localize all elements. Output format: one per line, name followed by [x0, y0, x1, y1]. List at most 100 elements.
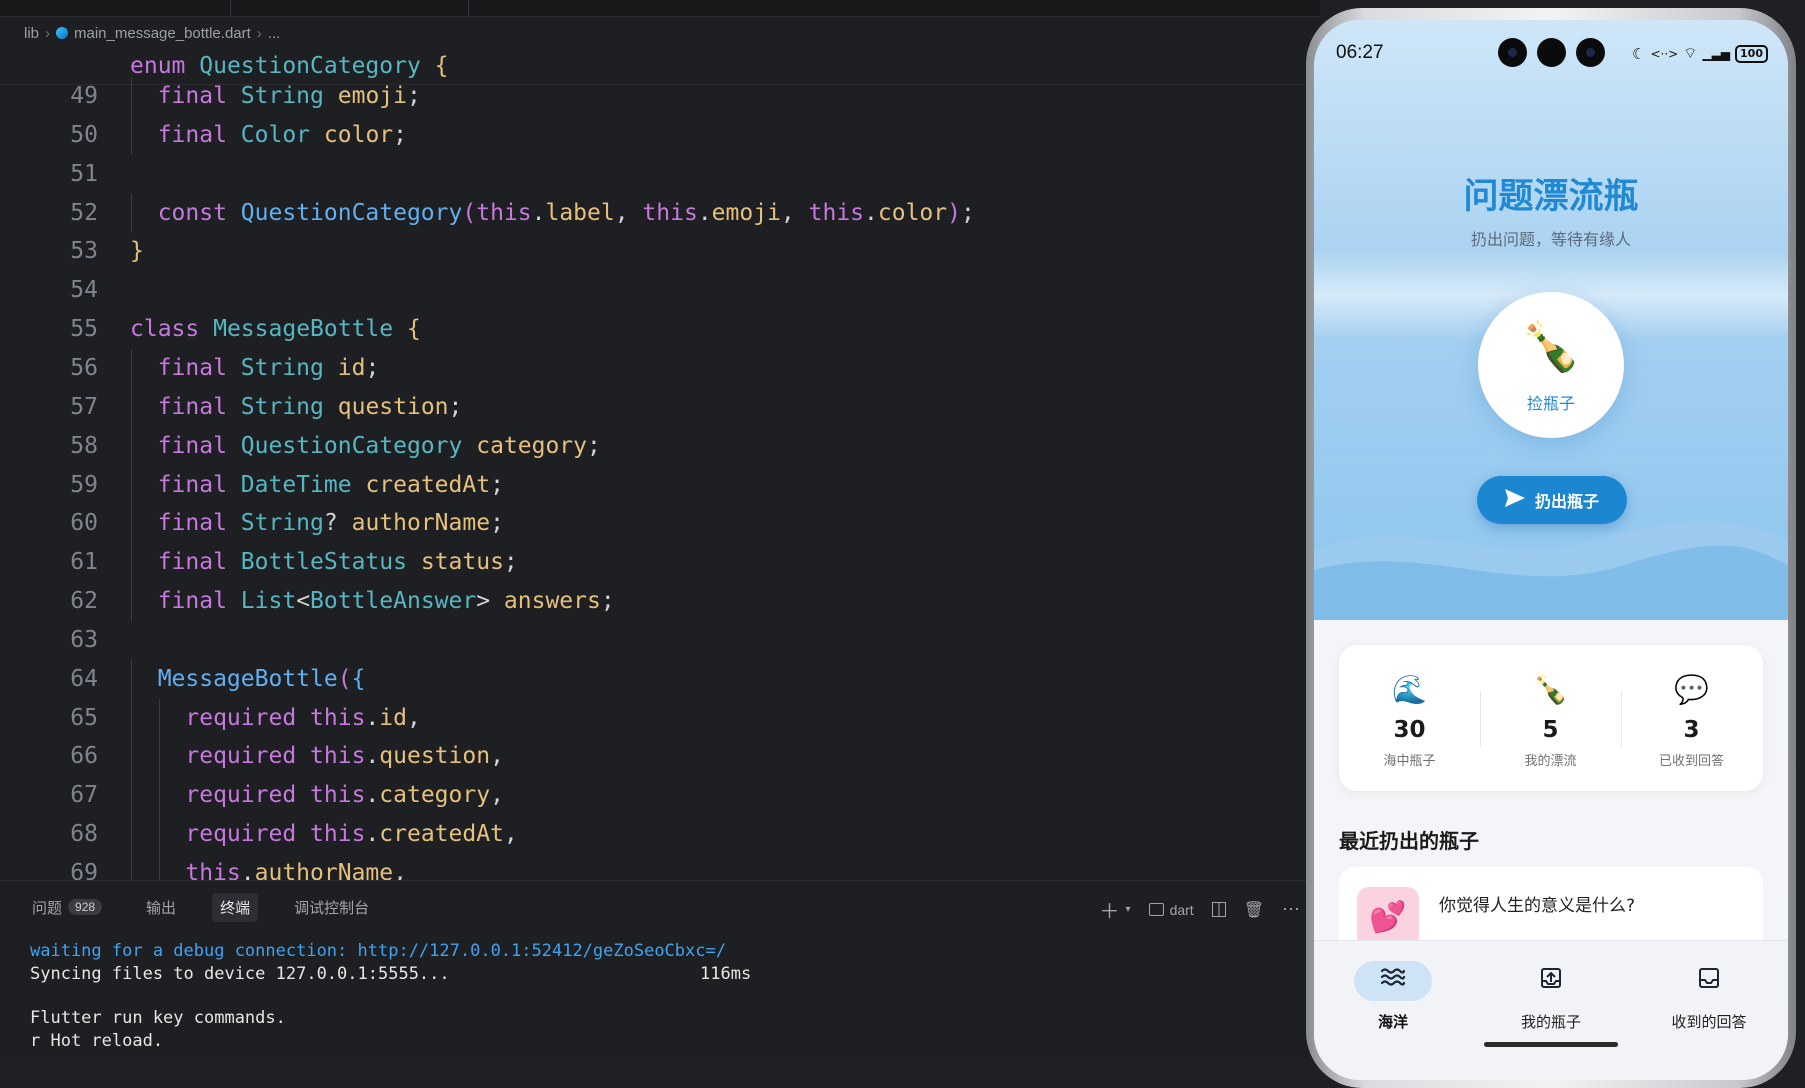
throw-bottle-button[interactable]: 扔出瓶子 [1477, 476, 1627, 524]
code-line[interactable]: 67 required this.category, [0, 776, 1320, 816]
line-number: 51 [70, 160, 98, 187]
code-token: . [365, 743, 380, 770]
code-line[interactable]: 65 required this.id, [0, 698, 1320, 738]
code-line[interactable]: 54 [0, 271, 1320, 310]
code-token: ; [490, 471, 504, 498]
trash-icon[interactable]: 🗑 [1244, 900, 1264, 920]
code-line[interactable]: 69 this.authorName, [0, 854, 1320, 880]
code-token: required [185, 782, 297, 809]
tab-output-label: 输出 [146, 899, 177, 917]
waves-icon [1314, 967, 1472, 993]
line-number: 64 [70, 665, 98, 692]
code-line[interactable]: 59 final DateTime createdAt; [0, 465, 1320, 505]
code-line[interactable]: 60 final String? authorName; [0, 504, 1320, 544]
stat-label: 海中瓶子 [1383, 754, 1436, 769]
editor-tab[interactable] [0, 0, 231, 16]
split-terminal-icon[interactable] [1211, 902, 1226, 917]
indent-guide [131, 854, 132, 880]
tab-debug-console[interactable]: 调试控制台 [286, 893, 377, 922]
code-text: final List<BottleAnswer> answers; [158, 582, 615, 621]
code-token: DateTime [240, 471, 352, 498]
code-line[interactable]: 63 [0, 621, 1320, 660]
code-line[interactable]: 66 required this.question, [0, 737, 1320, 777]
status-time: 06:27 [1336, 42, 1384, 63]
code-line[interactable]: 61 final BottleStatus status; [0, 543, 1320, 583]
breadcrumb-file[interactable]: main_message_bottle.dart [74, 25, 251, 42]
stat-sea-bottles[interactable]: 🌊 30 海中瓶子 [1339, 645, 1480, 791]
nav-item-received-answers[interactable]: 收到的回答 [1630, 941, 1788, 1041]
editor-tab[interactable] [230, 0, 469, 16]
code-line[interactable]: 51 [0, 155, 1320, 194]
code-editor[interactable]: lib › main_message_bottle.dart › ... enu… [0, 0, 1320, 1059]
code-token: this [808, 199, 865, 226]
chevron-down-icon[interactable]: ▾ [1126, 904, 1131, 915]
code-text: required this.question, [185, 737, 504, 776]
nav-item-ocean[interactable]: 海洋 [1314, 941, 1472, 1041]
code-line[interactable]: 55 class MessageBottle { [0, 310, 1320, 349]
code-token: final [157, 588, 227, 615]
tab-problems[interactable]: 问题 928 [24, 893, 110, 922]
code-line[interactable]: 49 final String emoji; [0, 77, 1320, 116]
code-line[interactable]: 52 const QuestionCategory(this.label, thi… [0, 193, 1320, 233]
more-icon[interactable]: ⋯ [1282, 899, 1300, 920]
code-token: ; [490, 510, 504, 537]
code-token: final [157, 549, 227, 576]
code-line[interactable]: 58 final QuestionCategory category; [0, 426, 1320, 466]
code-lines[interactable]: 49 final String emoji; 50 final Color color… [0, 77, 1320, 880]
breadcrumb-symbol[interactable]: ... [268, 25, 281, 42]
tab-output[interactable]: 输出 [138, 893, 184, 922]
line-number: 65 [70, 704, 98, 731]
indent-guide [131, 698, 132, 738]
code-token: BottleStatus [240, 549, 407, 576]
code-token: category [476, 432, 587, 459]
breadcrumb-folder[interactable]: lib [24, 25, 39, 42]
code-token: ; [503, 549, 518, 576]
terminal-line[interactable]: waiting for a debug connection: http://1… [30, 941, 726, 961]
pick-bottle-button[interactable]: 🍾 捡瓶子 [1478, 292, 1624, 438]
code-line[interactable]: 64 MessageBottle({ [0, 659, 1320, 699]
inbox-icon [1630, 967, 1788, 995]
tab-terminal[interactable]: 终端 [212, 892, 259, 922]
code-line[interactable]: 68 required this.createdAt, [0, 815, 1320, 855]
app-subtitle: 扔出问题，等待有缘人 [1470, 230, 1631, 249]
stat-value: 3 [1683, 717, 1700, 743]
stat-answers-received[interactable]: 💬 3 已收到回答 [1621, 645, 1762, 791]
code-token: this [310, 704, 366, 731]
code-line[interactable]: 57 final String question; [0, 387, 1320, 427]
nav-item-my-bottles[interactable]: 我的瓶子 [1472, 941, 1630, 1041]
terminal-icon [1148, 903, 1164, 916]
code-token: createdAt [379, 821, 504, 848]
code-line[interactable]: 50 final Color color; [0, 115, 1320, 155]
stats-card: 🌊 30 海中瓶子 🍾 5 我的漂流 💬 3 已收到回答 [1339, 645, 1763, 791]
code-line[interactable]: 62 final List<BottleAnswer> answers; [0, 582, 1320, 622]
code-token: this [310, 821, 366, 848]
code-token: color [323, 121, 394, 148]
indent-guide [158, 698, 160, 738]
code-token: ; [407, 83, 421, 109]
home-indicator[interactable] [1484, 1042, 1618, 1047]
code-line[interactable]: 53} [0, 232, 1320, 271]
code-token: . [864, 199, 878, 226]
code-token: status [420, 549, 504, 576]
code-token: } [130, 238, 144, 265]
stat-my-drifts[interactable]: 🍾 5 我的漂流 [1480, 645, 1621, 791]
panel-actions: ＋ ▾ dart 🗑 ⋯ [1100, 895, 1300, 924]
code-text: class MessageBottle { [130, 310, 421, 349]
code-line[interactable]: 56 final String id; [0, 348, 1320, 388]
dart-file-icon [56, 27, 69, 39]
add-terminal-icon[interactable]: ＋ [1100, 895, 1120, 924]
code-token: ; [587, 432, 601, 459]
line-number: 68 [70, 821, 98, 848]
terminal-line: r Hot reload. [30, 1031, 164, 1051]
terminal-profile[interactable]: dart [1148, 902, 1194, 918]
indent-guide [158, 854, 160, 880]
nav-label: 海洋 [1377, 1013, 1408, 1031]
section-title: 最近扔出的瓶子 [1339, 829, 1479, 853]
bottom-panel: 问题 928 输出 终端 调试控制台 ＋ ▾ dart 🗑 ⋯ waiting … [0, 880, 1320, 1059]
